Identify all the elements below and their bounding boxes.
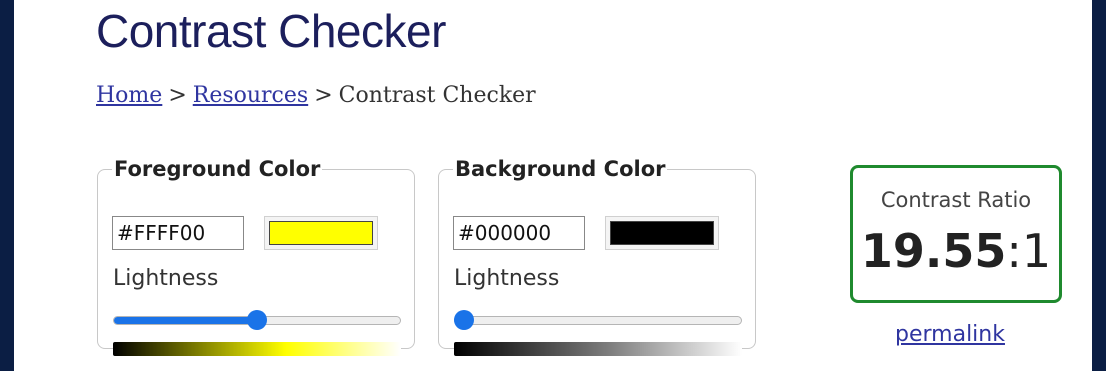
slider-track — [454, 316, 742, 325]
slider-track-fill — [114, 317, 257, 324]
breadcrumb-resources-link[interactable]: Resources — [193, 83, 308, 108]
background-color-legend: Background Color — [455, 157, 666, 181]
foreground-lightness-slider[interactable] — [113, 310, 401, 330]
foreground-lightness-gradient — [113, 342, 401, 356]
permalink-link[interactable]: permalink — [895, 322, 1005, 347]
breadcrumb: Home > Resources > Contrast Checker — [96, 83, 536, 108]
contrast-ratio-value: 19.55:1 — [853, 224, 1059, 278]
background-lightness-gradient — [454, 342, 742, 356]
breadcrumb-home-link[interactable]: Home — [96, 83, 162, 108]
background-lightness-slider[interactable] — [454, 310, 742, 330]
foreground-color-group: Foreground Color #FFFF00 Lightness — [97, 157, 415, 356]
page: Contrast Checker Home > Resources > Contrast… — [14, 0, 1092, 371]
contrast-ratio-box: Contrast Ratio 19.55:1 — [850, 165, 1062, 303]
background-color-group: Background Color #000000 Lightness — [438, 157, 756, 356]
breadcrumb-separator: > — [314, 83, 333, 108]
breadcrumb-current: Contrast Checker — [338, 83, 536, 108]
foreground-lightness-label: Lightness — [113, 266, 219, 291]
foreground-swatch-fill — [269, 221, 373, 245]
background-swatch-fill — [610, 221, 714, 245]
background-hex-input[interactable]: #000000 — [453, 216, 585, 250]
background-color-picker[interactable] — [605, 216, 719, 250]
slider-thumb[interactable] — [247, 310, 267, 330]
page-title: Contrast Checker — [96, 5, 446, 57]
slider-thumb[interactable] — [454, 310, 474, 330]
contrast-ratio-label: Contrast Ratio — [880, 188, 1032, 212]
foreground-color-picker[interactable] — [264, 216, 378, 250]
background-lightness-label: Lightness — [454, 266, 560, 291]
foreground-color-legend: Foreground Color — [114, 157, 321, 181]
breadcrumb-separator: > — [168, 83, 187, 108]
foreground-hex-input[interactable]: #FFFF00 — [112, 216, 244, 250]
contrast-ratio-suffix: :1 — [1006, 224, 1052, 278]
contrast-ratio-number: 19.55 — [860, 224, 1007, 278]
